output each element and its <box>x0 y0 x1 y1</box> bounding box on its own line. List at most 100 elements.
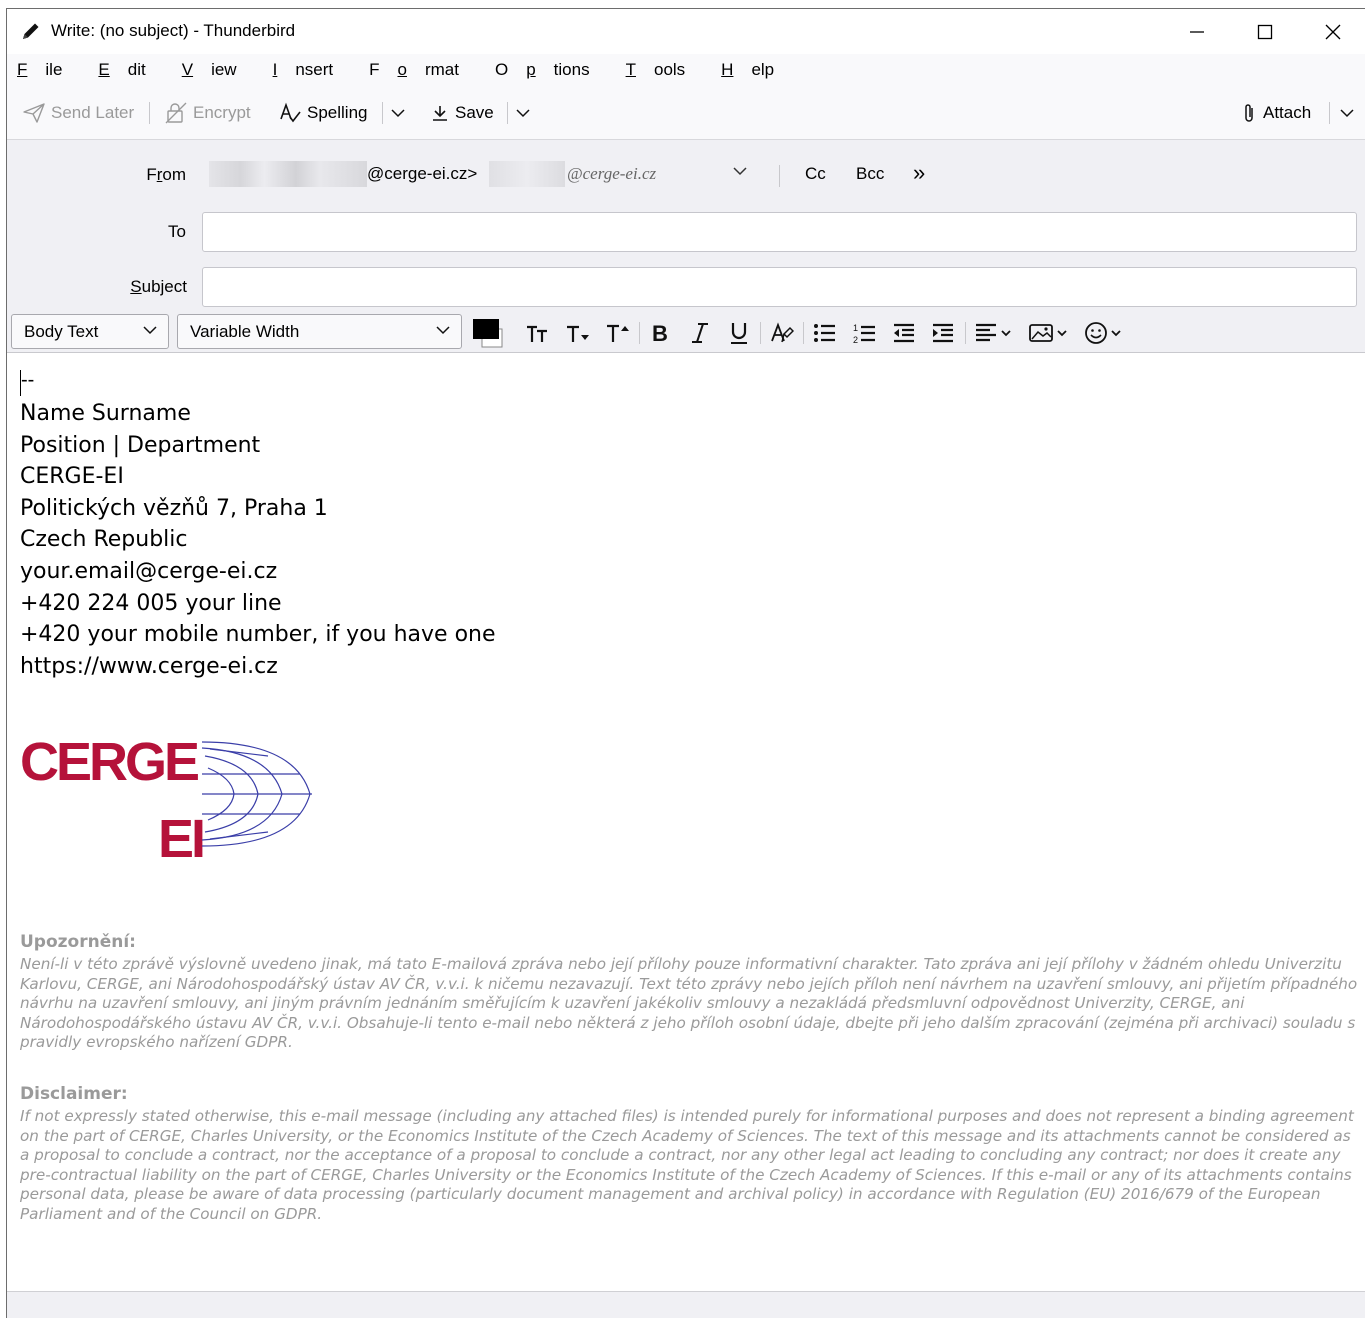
insert-smiley-button[interactable] <box>1083 319 1129 347</box>
bold-icon: B <box>652 322 668 344</box>
message-body[interactable]: -- Name Surname Position | Department CE… <box>7 354 1365 1292</box>
subject-label: Subject <box>130 277 187 296</box>
bcc-button[interactable]: Bcc <box>856 164 884 184</box>
signature-org: CERGE-EI <box>20 464 124 489</box>
bold-button[interactable]: B <box>647 319 673 347</box>
from-identity[interactable]: @cerge-ei.cz <box>567 164 656 184</box>
format-separator <box>639 322 640 344</box>
chevron-down-icon[interactable] <box>733 166 747 176</box>
menu-options[interactable]: Op tions <box>495 60 608 80</box>
message-headers: From @cerge-ei.cz> @cerge-ei.cz Cc Bcc »… <box>7 140 1365 312</box>
encrypt-button[interactable]: Encrypt <box>165 99 251 127</box>
menu-view[interactable]: View <box>182 60 255 80</box>
toolbar-separator <box>507 102 508 124</box>
menu-help[interactable]: Help <box>721 60 792 80</box>
cc-button[interactable]: Cc <box>805 164 826 184</box>
logo-ei-text: EI <box>158 809 203 864</box>
larger-text-button[interactable] <box>604 319 632 347</box>
disclaimer-cz-title: Upozornění: <box>20 932 136 952</box>
from-identity-redacted <box>489 161 565 187</box>
format-separator <box>803 322 804 344</box>
smiley-icon <box>1085 322 1121 344</box>
chevron-down-icon <box>516 109 530 118</box>
svg-text:1: 1 <box>853 323 858 333</box>
attach-dropdown[interactable] <box>1336 100 1358 126</box>
menu-format[interactable]: Fo rmat <box>369 60 477 80</box>
spelling-button[interactable]: Spelling <box>279 99 368 127</box>
numbered-list-icon: 12 <box>853 323 875 345</box>
pencil-icon <box>23 23 39 39</box>
text-color-picker[interactable] <box>472 317 510 349</box>
indent-button[interactable] <box>930 319 956 347</box>
insert-image-button[interactable] <box>1027 319 1073 347</box>
numbered-list-button[interactable]: 12 <box>852 319 878 347</box>
color-swatch-icon <box>473 319 503 348</box>
status-bar <box>7 1291 1365 1318</box>
signature-website: https://www.cerge-ei.cz <box>20 654 278 679</box>
attach-button[interactable]: Attach <box>1241 99 1311 127</box>
logo-globe-icon <box>201 741 312 847</box>
menu-edit[interactable]: Edit <box>98 60 163 80</box>
signature-mobile: +420 your mobile number, if you have one <box>20 622 496 647</box>
remove-styles-button[interactable] <box>769 319 795 347</box>
more-headers-button[interactable]: » <box>913 160 925 186</box>
maximize-button[interactable] <box>1231 9 1299 54</box>
menu-tools[interactable]: Tools <box>626 60 704 80</box>
send-later-button[interactable]: Send Later <box>23 99 134 127</box>
signature-separator: -- <box>21 369 35 391</box>
smaller-text-button[interactable] <box>564 319 592 347</box>
format-toolbar: Body Text Variable Width B 1 2 <box>7 312 1365 353</box>
save-dropdown[interactable] <box>512 100 534 126</box>
menu-file[interactable]: File <box>17 60 80 80</box>
chevron-down-icon <box>1340 109 1354 118</box>
signature-phone: +420 224 005 your line <box>20 591 282 616</box>
outdent-icon <box>894 323 914 343</box>
indent-icon <box>933 323 953 343</box>
close-button[interactable] <box>1299 9 1365 54</box>
paragraph-style-select[interactable]: Body Text <box>11 314 169 349</box>
underline-button[interactable] <box>726 319 752 347</box>
bulleted-list-icon <box>814 324 835 342</box>
format-separator <box>965 322 966 344</box>
chevron-down-icon <box>436 326 450 335</box>
clear-formatting-icon <box>771 322 794 343</box>
to-input[interactable] <box>202 212 1357 252</box>
menu-insert[interactable]: Insert <box>273 60 352 80</box>
toolbar-separator <box>149 102 150 124</box>
from-address[interactable]: @cerge-ei.cz> <box>367 164 477 184</box>
underline-icon <box>731 323 747 344</box>
signature-country: Czech Republic <box>20 527 188 552</box>
window-title: Write: (no subject) - Thunderbird <box>51 21 296 40</box>
from-name-redacted <box>209 161 367 187</box>
title-bar: Write: (no subject) - Thunderbird <box>7 9 1365 54</box>
smaller-text-icon <box>567 325 589 342</box>
spelling-icon <box>280 102 301 123</box>
subject-input[interactable] <box>202 267 1357 307</box>
reset-font-size-button[interactable] <box>524 319 552 347</box>
toolbar-separator <box>1329 102 1330 124</box>
compose-window: Write: (no subject) - Thunderbird File E… <box>6 8 1365 1318</box>
toolbar-separator <box>382 102 383 124</box>
italic-icon <box>692 323 708 343</box>
signature-address: Politických vězňů 7, Praha 1 <box>20 496 328 521</box>
spelling-dropdown[interactable] <box>387 100 409 126</box>
save-button[interactable]: Save <box>431 99 494 127</box>
close-icon <box>1325 24 1341 39</box>
from-label: From <box>146 165 186 184</box>
paperclip-icon <box>1245 104 1253 122</box>
signature-email: your.email@cerge-ei.cz <box>20 559 278 584</box>
svg-text:B: B <box>652 322 668 344</box>
cerge-ei-logo: CERGE EI <box>20 732 320 869</box>
save-download-icon <box>433 106 447 121</box>
outdent-button[interactable] <box>891 319 917 347</box>
minimize-button[interactable] <box>1163 9 1231 54</box>
alignment-button[interactable] <box>973 319 1017 347</box>
italic-button[interactable] <box>687 319 713 347</box>
signature-position: Position | Department <box>20 433 261 458</box>
bulleted-list-button[interactable] <box>812 319 838 347</box>
logo-cerge-text: CERGE <box>20 734 198 792</box>
chevron-down-icon <box>391 109 405 118</box>
disclaimer-cz-text: Není-li v této zprávě výslovně uvedeno j… <box>20 955 1358 1052</box>
font-select[interactable]: Variable Width <box>177 314 462 349</box>
header-separator <box>779 165 780 187</box>
